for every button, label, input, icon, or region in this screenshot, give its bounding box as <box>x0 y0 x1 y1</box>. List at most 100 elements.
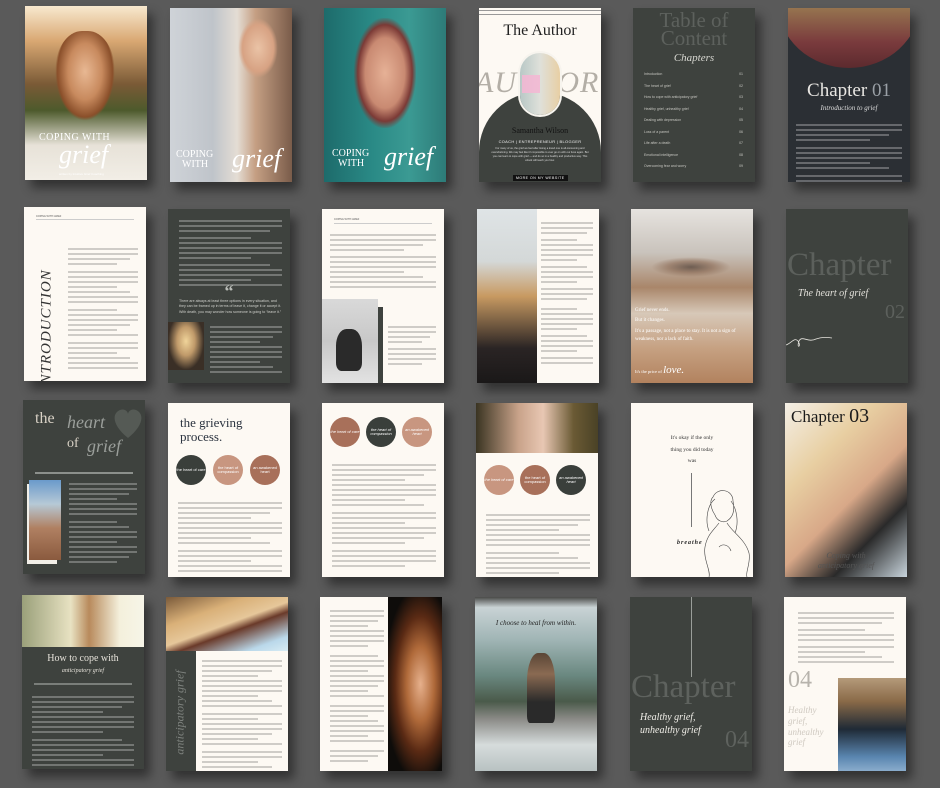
header-rule <box>36 219 134 220</box>
chapter-4-page[interactable]: Chapter Healthy grief, unhealthy grief 0… <box>630 597 752 771</box>
counselling-page[interactable] <box>320 597 442 771</box>
body-text <box>32 693 134 769</box>
cover-page-2[interactable]: COPING WITH grief <box>170 8 292 182</box>
grieving-title-2: process. <box>180 429 223 444</box>
circle-heart-of-care: the heart of care <box>176 455 206 485</box>
photo-woman-redhead <box>388 597 442 771</box>
circles-photo-page[interactable]: the heart of care the heart of compassio… <box>476 403 598 577</box>
divider-rule <box>34 683 132 685</box>
toc-item[interactable]: Overcoming fear and worry 09 <box>644 164 743 176</box>
cover-title-main: grief <box>59 140 109 169</box>
chapter-subtitle-2: unhealthy grief <box>640 725 701 736</box>
body-text <box>798 609 894 666</box>
chapter-number: 04 <box>725 727 749 753</box>
chapter-watermark: Chapter <box>787 247 892 283</box>
heading-word-heart: heart <box>67 412 105 432</box>
pull-quote: There are always at least three options … <box>179 299 282 314</box>
circle-awakened-heart: an awakened heart <box>402 417 432 447</box>
body-text <box>178 499 282 575</box>
heading-word-of: of <box>67 436 79 451</box>
breathe-line-1: It's okay if the only <box>670 435 714 441</box>
photo-woman-tattoo <box>477 209 537 383</box>
divider-rule <box>35 472 133 474</box>
figure-shape <box>336 329 362 371</box>
cover-title-top-2: WITH <box>338 158 365 169</box>
author-bio: For many of us, the grief we feel after … <box>491 147 589 162</box>
accent-bar <box>378 307 383 383</box>
chapter-subtitle: The heart of grief <box>798 288 869 299</box>
cope-title: How to cope with <box>47 653 119 664</box>
breathe-word: breathe <box>677 540 703 546</box>
body-text <box>332 461 436 570</box>
photo-woman-sweater <box>838 678 906 771</box>
cover-page-1[interactable]: COPING WITH grief written by Intuitive G… <box>25 6 147 180</box>
chapter-2-page[interactable]: Chapter The heart of grief 02 <box>786 209 908 383</box>
circle-awakened-heart: an awakened heart <box>250 455 280 485</box>
eyes-band <box>651 257 731 277</box>
chapter-1-page[interactable]: Chapter 01 Introduction to grief <box>788 8 910 182</box>
running-header: COPING WITH GRIEF <box>334 218 360 221</box>
introduction-page[interactable]: COPING WITH GRIEF INTRODUCTION <box>24 207 146 381</box>
body-text <box>69 480 137 566</box>
healthy-grief-page[interactable]: 04 Healthy grief, unhealthy grief <box>784 597 906 771</box>
squiggle-icon <box>786 336 833 347</box>
circles-text-page[interactable]: the heart of care the heart of compassio… <box>322 403 444 577</box>
breathe-page[interactable]: It's okay if the only thing you did toda… <box>631 403 753 577</box>
toc-item[interactable]: How to cope with anticipatory grief 03 <box>644 95 743 107</box>
body-text <box>541 219 593 367</box>
cover-page-3[interactable]: COPING WITH grief <box>324 8 446 182</box>
author-page[interactable]: The Author AUTHOR Samantha Wilson COACH … <box>479 8 601 182</box>
toc-item[interactable]: Introduction 01 <box>644 72 743 84</box>
toc-item[interactable]: Life after a death 07 <box>644 141 743 153</box>
running-header: COPING WITH GRIEF <box>36 215 62 218</box>
cope-anticipatory-page[interactable]: How to cope with anticipatory grief <box>22 595 144 769</box>
toc-item[interactable]: Dealing with depression 05 <box>644 118 743 130</box>
face-shape <box>238 18 278 78</box>
content-page-photo-tattoo[interactable] <box>477 209 599 383</box>
heading-word-the: the <box>35 410 55 427</box>
chapter-number: 04 <box>788 667 812 693</box>
cover-title-top-2: WITH <box>182 159 209 170</box>
poem-line-3: It's a passage, not a place to stay. It … <box>635 329 736 342</box>
circle-heart-of-care: the heart of care <box>484 465 514 495</box>
chapter-3-page[interactable]: Chapter 03 Coping with anticipatory grie… <box>785 403 907 577</box>
poem-line-4: It's the price of love. <box>635 364 685 376</box>
toc-subtitle: Chapters <box>673 52 715 64</box>
body-text <box>330 607 384 765</box>
website-button[interactable]: MORE ON MY WEBSITE <box>513 175 568 181</box>
body-text-bottom <box>388 323 436 368</box>
toc-item[interactable]: The heart of grief 02 <box>644 84 743 96</box>
body-text-bottom <box>210 323 282 376</box>
body-text-top <box>179 217 282 289</box>
heart-of-grief-page[interactable]: the heart of grief <box>23 400 145 574</box>
photo-woman-closed-eyes <box>476 403 598 453</box>
body-text <box>486 511 590 577</box>
body-text-top <box>330 231 436 291</box>
toc-page[interactable]: Table of Content Chapters Introduction 01… <box>633 8 755 182</box>
figure-sitting <box>527 653 555 723</box>
toc-item[interactable]: Emotional intelligence 08 <box>644 153 743 165</box>
chapter-subtitle-2: anticipatory grief <box>817 561 875 570</box>
heal-quote: I choose to heal from within. <box>495 619 577 627</box>
toc-item[interactable]: Healthy grief, unhealthy grief 04 <box>644 107 743 119</box>
face-shape <box>55 31 115 121</box>
face-shape <box>354 18 416 128</box>
quote-photo <box>168 322 204 370</box>
pink-overlay <box>522 75 540 93</box>
poem-page[interactable]: Grief never ends. But it changes. It's a… <box>631 209 753 383</box>
photo-woman-city <box>22 595 144 647</box>
chapter-photo-woman-forest <box>788 8 910 68</box>
chapter-subtitle-1: Coping with <box>826 551 866 560</box>
heal-quote-page[interactable]: I choose to heal from within. <box>475 597 597 771</box>
heading-word-grief: grief <box>87 436 121 456</box>
photo-woman-eyes <box>631 209 753 383</box>
photo-woman-blue <box>29 480 61 560</box>
body-text <box>202 657 282 771</box>
grieving-process-page[interactable]: the grieving process. the heart of care … <box>168 403 290 577</box>
circle-heart-of-compassion: the heart of compassion <box>520 465 550 495</box>
circle-heart-of-compassion: the heart of compassion <box>213 455 243 485</box>
toc-item[interactable]: Loss of a parent 06 <box>644 130 743 142</box>
anticipatory-grief-page[interactable]: anticipatory grief <box>166 597 288 771</box>
content-page-photo-crouch[interactable]: COPING WITH GRIEF <box>322 209 444 383</box>
quote-page[interactable]: “ There are always at least three option… <box>168 209 290 383</box>
